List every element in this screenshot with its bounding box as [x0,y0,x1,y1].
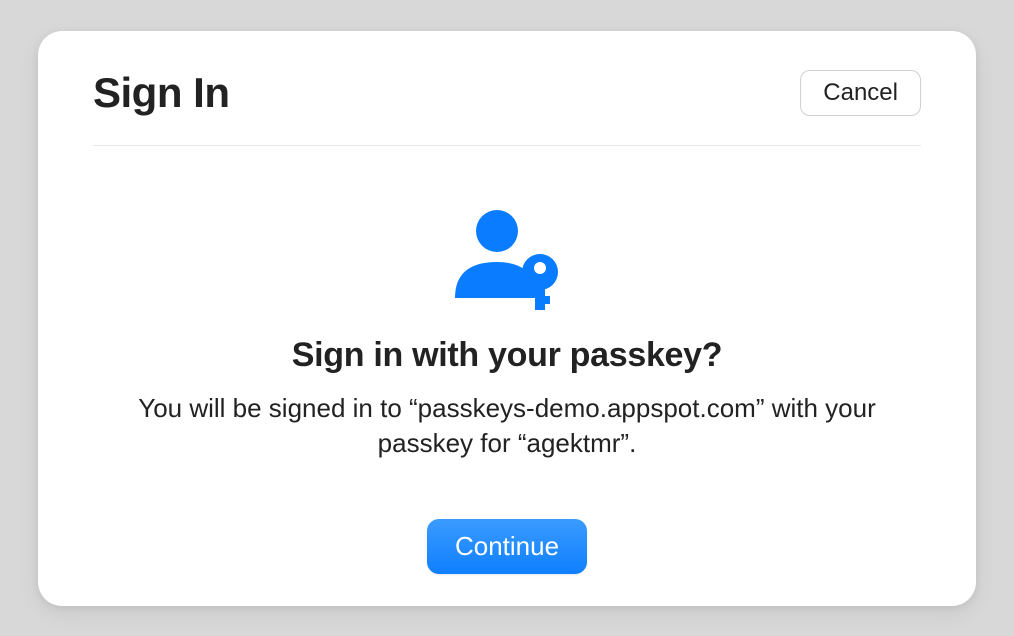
cancel-button[interactable]: Cancel [800,70,921,116]
passkey-icon [447,206,567,316]
continue-button[interactable]: Continue [427,519,587,574]
sign-in-modal: Sign In Cancel Sign in with your passkey… [38,31,976,606]
modal-content: Sign in with your passkey? You will be s… [93,146,921,606]
passkey-description: You will be signed in to “passkeys-demo.… [117,391,897,461]
modal-title: Sign In [93,69,230,117]
passkey-subtitle: Sign in with your passkey? [292,336,723,375]
modal-header: Sign In Cancel [93,31,921,146]
